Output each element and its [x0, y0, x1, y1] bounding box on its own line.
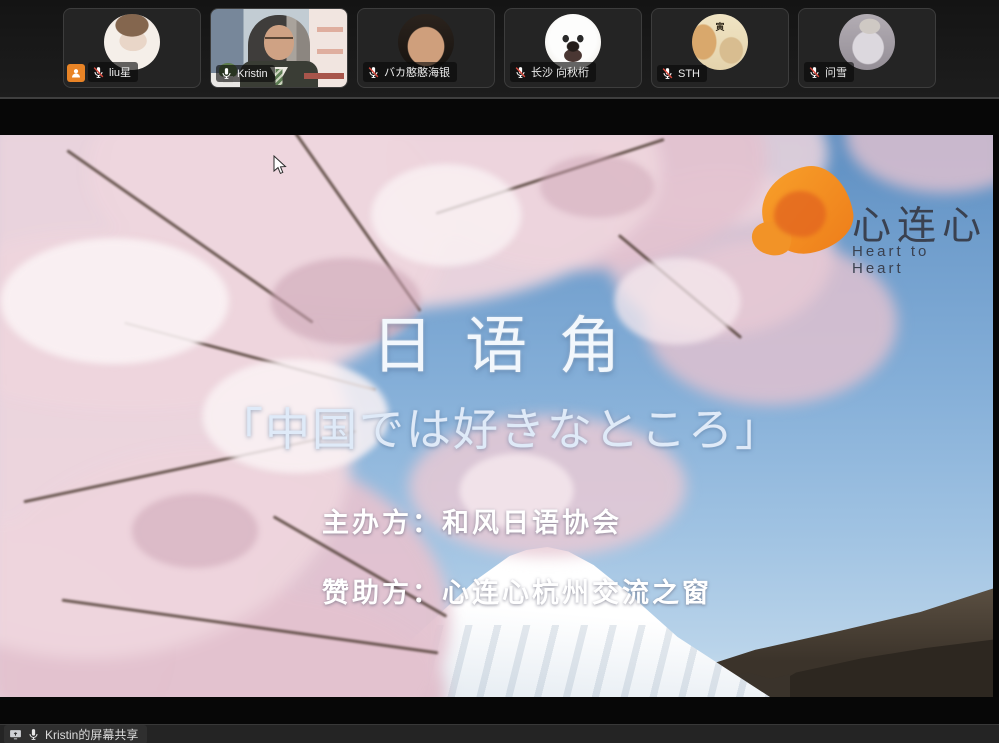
slide-subtitle: 「中国では好きなところ」 [170, 393, 830, 458]
participant-tile-sth[interactable]: 寅 STH [651, 8, 789, 88]
muted-mic-icon [808, 66, 821, 79]
participant-name: liu星 [109, 64, 131, 80]
participant-tile-baka[interactable]: バカ憨憨海银 [357, 8, 495, 88]
name-label: 长沙 向秋桁 [510, 62, 596, 82]
letterbox-top [0, 99, 999, 135]
muted-mic-icon [92, 66, 105, 79]
avatar: 寅 [692, 14, 748, 70]
participant-tile-kristin[interactable]: Kristin [210, 8, 348, 88]
name-label: liu星 [88, 62, 138, 82]
participant-name: Kristin [237, 68, 268, 80]
mouse-cursor [272, 155, 288, 175]
share-status-text: Kristin的屏幕共享 [45, 726, 138, 743]
muted-mic-icon [367, 66, 380, 79]
participant-name: STH [678, 68, 700, 80]
share-status-bar: Kristin的屏幕共享 [0, 724, 999, 743]
participant-name: 长沙 向秋桁 [531, 64, 589, 80]
share-status-pill: Kristin的屏幕共享 [4, 725, 147, 743]
logo-name-en: Heart to Heart [852, 243, 987, 277]
name-label: 问雪 [804, 62, 854, 82]
participant-tile-wenxue[interactable]: 问雪 [798, 8, 936, 88]
sponsor-line: 赞助方：心连心杭州交流之窗 [322, 571, 712, 610]
participant-name: バカ憨憨海银 [384, 64, 450, 80]
participant-filmstrip: liu星 Kristin バカ憨憨海银 [0, 0, 999, 97]
mic-icon [27, 728, 40, 741]
muted-mic-icon [514, 66, 527, 79]
mic-icon [220, 67, 233, 80]
muted-mic-icon [661, 67, 674, 80]
letterbox-bottom [0, 697, 999, 724]
slide-title: 日 语 角 [340, 295, 660, 385]
participant-name: 问雪 [825, 64, 847, 80]
name-label: バカ憨憨海银 [363, 62, 457, 82]
name-label: STH [657, 65, 707, 82]
no-video-user-icon [67, 64, 85, 82]
meeting-window: liu星 Kristin バカ憨憨海银 [0, 0, 999, 743]
participant-tile-liuxing[interactable]: liu星 [63, 8, 201, 88]
screen-share-icon [9, 728, 22, 741]
heart-to-heart-logo: 心连心 Heart to Heart [752, 163, 987, 298]
name-label: Kristin [216, 65, 275, 82]
logo-blob-icon [774, 191, 826, 237]
participant-tile-changsha[interactable]: 长沙 向秋桁 [504, 8, 642, 88]
avatar-glyph: 寅 [715, 20, 724, 33]
shared-screen-slide: 心连心 Heart to Heart 日 语 角 「中国では好きなところ」 主办… [0, 135, 993, 697]
host-line: 主办方：和风日语协会 [322, 501, 622, 540]
